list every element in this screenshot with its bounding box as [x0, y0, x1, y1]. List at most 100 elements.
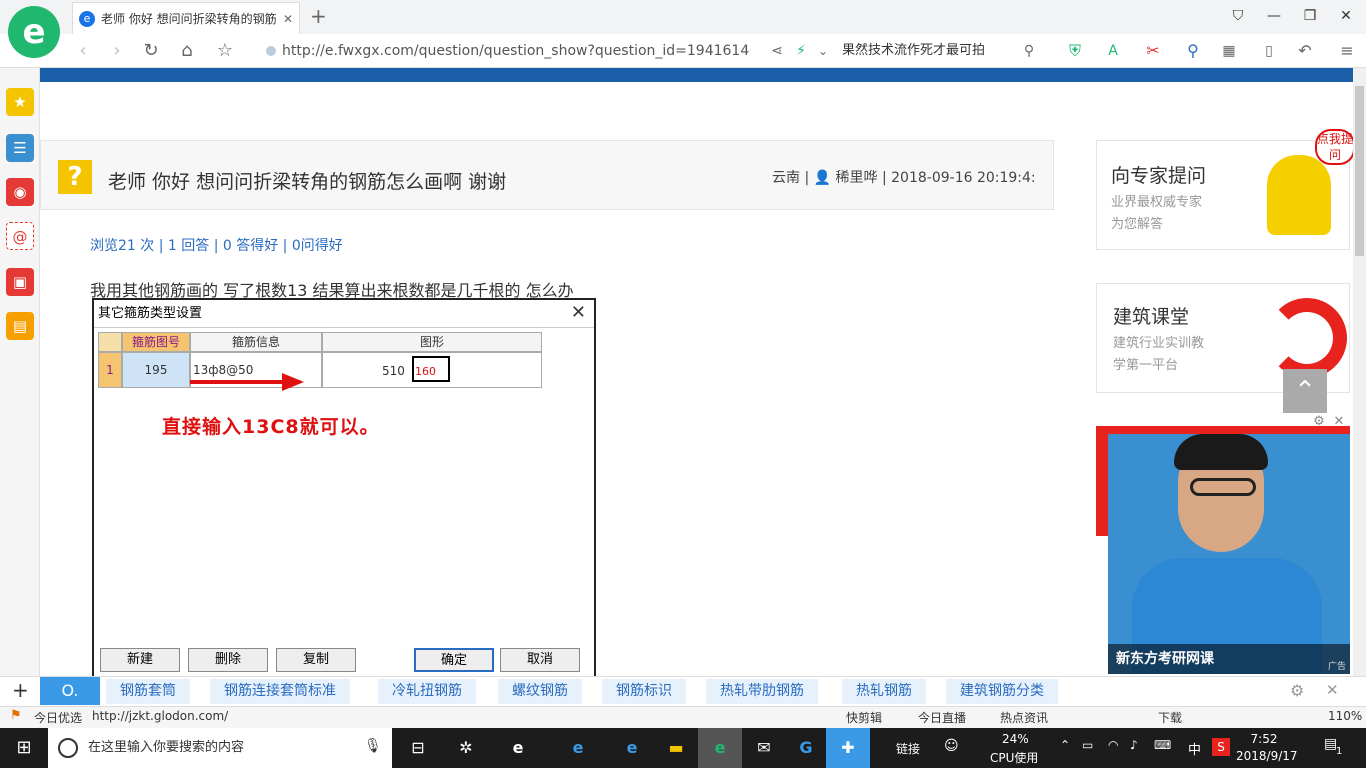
- mail-taskbar-icon[interactable]: ✉: [742, 728, 786, 768]
- sogou-icon[interactable]: S: [1212, 738, 1230, 756]
- video-caption: 新东方考研网课: [1108, 644, 1350, 674]
- search-input[interactable]: 果然技术流作死才最可拍: [842, 38, 1042, 64]
- red-arrow: [190, 373, 304, 391]
- news-link[interactable]: 热点资讯: [1000, 709, 1048, 726]
- keyword-link[interactable]: 冷轧扭钢筋: [378, 679, 476, 704]
- stirrup-table: 箍筋图号 箍筋信息 图形 1 195 13ф8@50 510 160: [98, 332, 542, 388]
- keyword-link[interactable]: 钢筋标识: [602, 679, 686, 704]
- wifi-icon[interactable]: ◠: [1108, 738, 1118, 752]
- magnifier-icon[interactable]: ⚲: [1180, 38, 1206, 64]
- browser-taskbar-icon[interactable]: e: [698, 728, 742, 768]
- keyword-close-icon[interactable]: ✕: [1326, 681, 1339, 699]
- ie-edge-icon[interactable]: e: [556, 728, 600, 768]
- presenter-hair: [1174, 434, 1268, 470]
- question-stats: 浏览21 次 | 1 回答 | 0 答得好 | 0问得好: [90, 238, 343, 254]
- glodon-taskbar-icon[interactable]: G: [784, 728, 828, 768]
- keyword-link[interactable]: 热轧带肋钢筋: [706, 679, 818, 704]
- browser-logo-icon[interactable]: e: [8, 6, 60, 58]
- building-class-title: 建筑课堂: [1113, 306, 1190, 328]
- menu-icon[interactable]: ≡: [1334, 38, 1360, 64]
- file-explorer-icon[interactable]: ▬: [654, 728, 698, 768]
- ad-close-icon[interactable]: ✕: [1330, 414, 1348, 432]
- question-mark-icon: ?: [58, 160, 92, 194]
- back-to-top-button[interactable]: ⌃: [1283, 369, 1327, 413]
- scrollbar-thumb[interactable]: [1355, 86, 1364, 256]
- quick-edit-link[interactable]: 快剪辑: [846, 709, 882, 726]
- notes-icon[interactable]: ▤: [6, 312, 34, 340]
- reader-icon[interactable]: ▯: [1256, 38, 1282, 64]
- keyword-link[interactable]: 钢筋连接套筒标准: [210, 679, 350, 704]
- ask-badge[interactable]: 点我提问: [1315, 129, 1355, 165]
- apps-grid-icon[interactable]: ▦: [1216, 38, 1242, 64]
- tab-title: 老师 你好 想问问折梁转角的钢筋: [101, 12, 277, 26]
- search-icon[interactable]: ⚲: [1016, 38, 1042, 64]
- download-link[interactable]: 下载: [1158, 709, 1182, 726]
- back-icon[interactable]: ‹: [70, 38, 96, 64]
- close-tab-icon[interactable]: ✕: [283, 12, 293, 26]
- windows-start-icon[interactable]: ⊞: [2, 728, 46, 768]
- address-bar[interactable]: http://e.fwxgx.com/question/question_sho…: [262, 38, 782, 64]
- add-icon[interactable]: +: [12, 678, 29, 702]
- keyword-search-icon[interactable]: O.: [40, 677, 100, 705]
- row-index: 1: [98, 352, 122, 388]
- ask-expert-card[interactable]: 向专家提问 业界最权威专家 为您解答 点我提问: [1096, 129, 1355, 250]
- news-icon[interactable]: ☰: [6, 134, 34, 162]
- fan-app-icon[interactable]: ✲: [444, 728, 488, 768]
- keyboard-icon[interactable]: ⌨: [1154, 738, 1171, 752]
- shield-icon[interactable]: ⛨: [1062, 38, 1088, 64]
- favorites-icon[interactable]: ★: [6, 88, 34, 116]
- ime-indicator[interactable]: 中: [1188, 739, 1201, 758]
- task-view-icon[interactable]: ⊟: [396, 728, 440, 768]
- answer-note: 直接输入13C8就可以。: [162, 416, 380, 438]
- clock-date: 2018/9/17: [1236, 749, 1298, 763]
- keyword-link[interactable]: 螺纹钢筋: [498, 679, 582, 704]
- new-button: 新建: [100, 648, 180, 672]
- maximize-button[interactable]: ❐: [1292, 0, 1328, 32]
- zoom-level[interactable]: 110%: [1328, 709, 1362, 723]
- figure-number-cell: 195: [122, 352, 190, 388]
- clock[interactable]: 7:52 2018/9/17: [1236, 731, 1298, 765]
- home-icon[interactable]: ⌂: [174, 38, 200, 64]
- share-icon[interactable]: ⋖: [764, 38, 790, 64]
- stirrup-shape: 160: [412, 356, 450, 382]
- ad-settings-icon[interactable]: ⚙: [1310, 414, 1328, 432]
- question-meta: 云南 | 👤 稀里哗 | 2018-09-16 20:19:4:: [772, 170, 1036, 186]
- forward-icon[interactable]: ›: [104, 38, 130, 64]
- keyword-link[interactable]: 钢筋套筒: [106, 679, 190, 704]
- new-tab-button[interactable]: +: [310, 4, 327, 28]
- keyword-settings-icon[interactable]: ⚙: [1290, 681, 1304, 700]
- minimize-button[interactable]: —: [1256, 0, 1292, 32]
- mail-icon[interactable]: @: [6, 222, 34, 250]
- weibo-icon[interactable]: ◉: [6, 178, 34, 206]
- ie-icon[interactable]: e: [610, 728, 654, 768]
- translate-icon[interactable]: A: [1100, 38, 1126, 64]
- shirt-icon[interactable]: ⛉: [1220, 0, 1256, 32]
- mascot-icon: [1267, 155, 1331, 235]
- links-label[interactable]: 链接: [896, 740, 920, 757]
- ad-label: 广告: [1327, 662, 1346, 672]
- chevron-down-icon[interactable]: ⌄: [810, 38, 836, 64]
- site-header-strip: [40, 68, 1353, 82]
- refresh-icon[interactable]: ↻: [138, 38, 164, 64]
- people-icon[interactable]: ☺: [944, 738, 959, 754]
- taskbar-search-input[interactable]: 在这里输入你要搜索的内容: [48, 728, 392, 768]
- live-link[interactable]: 今日直播: [918, 709, 966, 726]
- close-window-button[interactable]: ✕: [1328, 0, 1364, 32]
- tab-active[interactable]: e 老师 你好 想问问折梁转角的钢筋 ✕: [72, 2, 300, 34]
- game-icon[interactable]: ▣: [6, 268, 34, 296]
- keyword-link[interactable]: 热轧钢筋: [842, 679, 926, 704]
- battery-icon[interactable]: ▭: [1082, 738, 1093, 752]
- volume-icon[interactable]: ♪: [1130, 738, 1138, 752]
- video-ad[interactable]: 新东方考研网课 广告: [1108, 434, 1350, 674]
- favorite-star-icon[interactable]: ☆: [212, 38, 238, 64]
- undo-icon[interactable]: ↶: [1292, 38, 1318, 64]
- pinned-app-icon[interactable]: ✚: [826, 728, 870, 768]
- shape-value: 510: [382, 364, 405, 378]
- scissors-icon[interactable]: ✂: [1140, 38, 1166, 64]
- today-picks-link[interactable]: 今日优选: [34, 709, 82, 726]
- question-author[interactable]: 稀里哗: [836, 170, 878, 186]
- tray-up-icon[interactable]: ⌃: [1060, 738, 1070, 752]
- keyword-link[interactable]: 建筑钢筋分类: [946, 679, 1058, 704]
- edge-icon[interactable]: e: [496, 728, 540, 768]
- microphone-icon[interactable]: 🎙: [364, 738, 382, 754]
